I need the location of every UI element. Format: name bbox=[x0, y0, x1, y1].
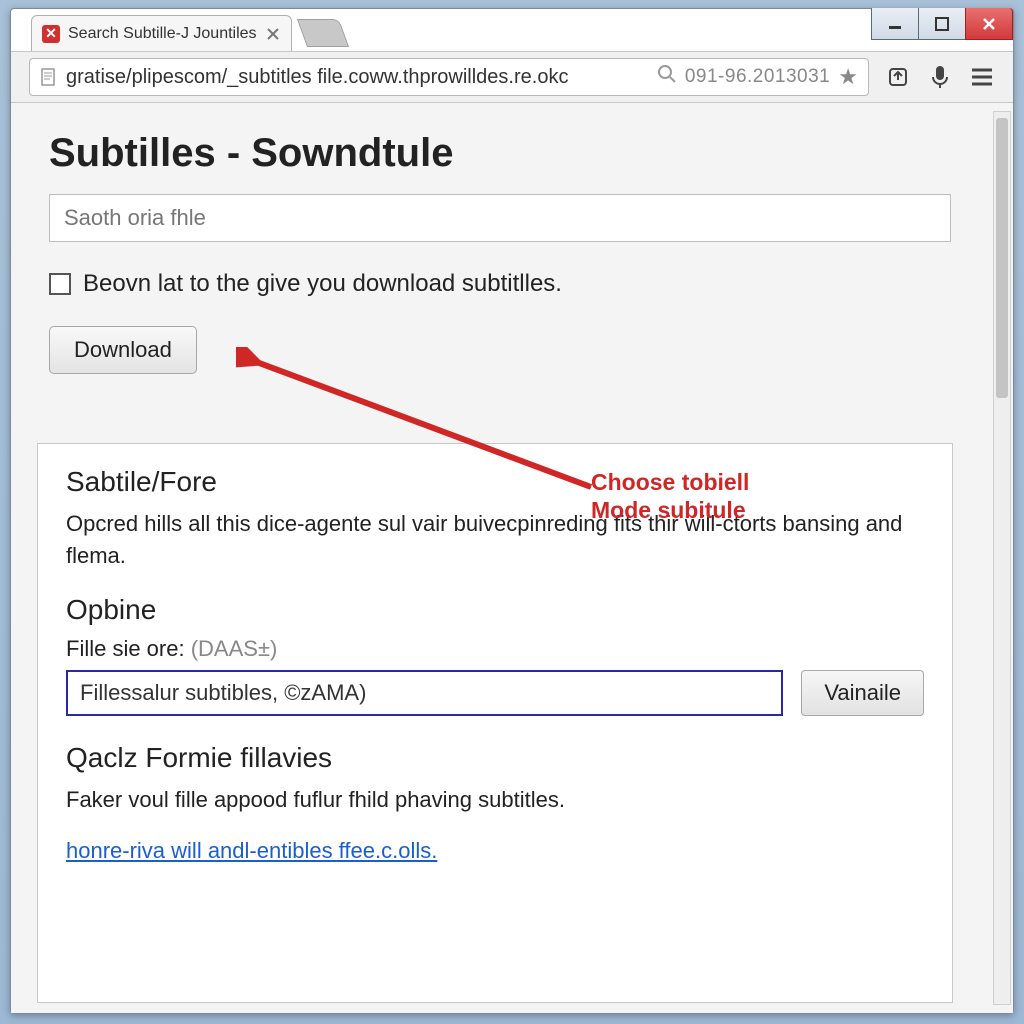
window-minimize-button[interactable] bbox=[871, 8, 919, 40]
tab-close-button[interactable] bbox=[265, 26, 281, 42]
window-controls bbox=[872, 8, 1013, 40]
tab-strip: ✕ Search Subtille-J Jountiles bbox=[11, 9, 1013, 51]
scrollbar-thumb[interactable] bbox=[996, 118, 1008, 398]
favicon-icon: ✕ bbox=[42, 25, 60, 43]
window-maximize-button[interactable] bbox=[918, 8, 966, 40]
download-button-label: Download bbox=[74, 337, 172, 363]
input-label-row: Fille sie ore: (DAAS±) bbox=[66, 636, 924, 662]
url-text: gratise/plipescom/_subtitles file.coww.t… bbox=[66, 66, 649, 89]
filename-value: Fillessalur subtibles, ©zAMA) bbox=[80, 680, 366, 706]
checkbox[interactable] bbox=[49, 273, 71, 295]
page-content: Subtilles - Sowndtule Saoth oria fhle Be… bbox=[11, 103, 989, 1013]
menu-icon[interactable] bbox=[969, 64, 995, 90]
panel-heading-3: Qaclz Formie fillavies bbox=[66, 742, 924, 774]
input-hint: (DAAS±) bbox=[191, 636, 278, 661]
window-close-button[interactable] bbox=[965, 8, 1013, 40]
checkbox-label: Beovn lat to the give you download subti… bbox=[83, 270, 562, 298]
input-label: Fille sie ore: bbox=[66, 636, 185, 661]
panel-heading-2: Opbine bbox=[66, 594, 924, 626]
browser-window: ✕ Search Subtille-J Jountiles gratise/pl… bbox=[10, 8, 1014, 1014]
address-bar[interactable]: gratise/plipescom/_subtitles file.coww.t… bbox=[29, 58, 869, 96]
search-input[interactable]: Saoth oria fhle bbox=[49, 194, 951, 242]
input-row: Fillessalur subtibles, ©zAMA) Vainaile bbox=[66, 670, 924, 716]
tab-title: Search Subtille-J Jountiles bbox=[68, 25, 257, 43]
page-viewport: Subtilles - Sowndtule Saoth oria fhle Be… bbox=[11, 103, 1013, 1013]
filename-input[interactable]: Fillessalur subtibles, ©zAMA) bbox=[66, 670, 783, 716]
browser-tab[interactable]: ✕ Search Subtille-J Jountiles bbox=[31, 15, 292, 51]
page-heading: Subtilles - Sowndtule bbox=[49, 131, 951, 176]
toolbar: gratise/plipescom/_subtitles file.coww.t… bbox=[11, 51, 1013, 103]
info-panel: Sabtile/Fore Opcred hills all this dice-… bbox=[37, 443, 953, 1003]
validate-button[interactable]: Vainaile bbox=[801, 670, 924, 716]
validate-button-label: Vainaile bbox=[824, 680, 901, 706]
footer-link[interactable]: honre-riva will andl-entibles ffee.c.oll… bbox=[66, 838, 437, 863]
panel-paragraph-3: Faker voul fille appood fuflur fhild pha… bbox=[66, 784, 924, 816]
page-icon bbox=[40, 68, 58, 86]
panel-heading-1: Sabtile/Fore bbox=[66, 466, 924, 498]
search-icon bbox=[657, 64, 677, 90]
new-tab-button[interactable] bbox=[296, 19, 348, 47]
panel-paragraph-1: Opcred hills all this dice-agente sul va… bbox=[66, 508, 924, 572]
checkbox-row: Beovn lat to the give you download subti… bbox=[49, 270, 951, 298]
search-placeholder: Saoth oria fhle bbox=[64, 205, 206, 231]
share-icon[interactable] bbox=[885, 64, 911, 90]
bookmark-star-icon[interactable]: ★ bbox=[838, 64, 858, 90]
url-suffix: 091-96.2013031 bbox=[685, 66, 830, 88]
scrollbar[interactable] bbox=[993, 111, 1011, 1005]
download-button[interactable]: Download bbox=[49, 326, 197, 374]
microphone-icon[interactable] bbox=[927, 64, 953, 90]
